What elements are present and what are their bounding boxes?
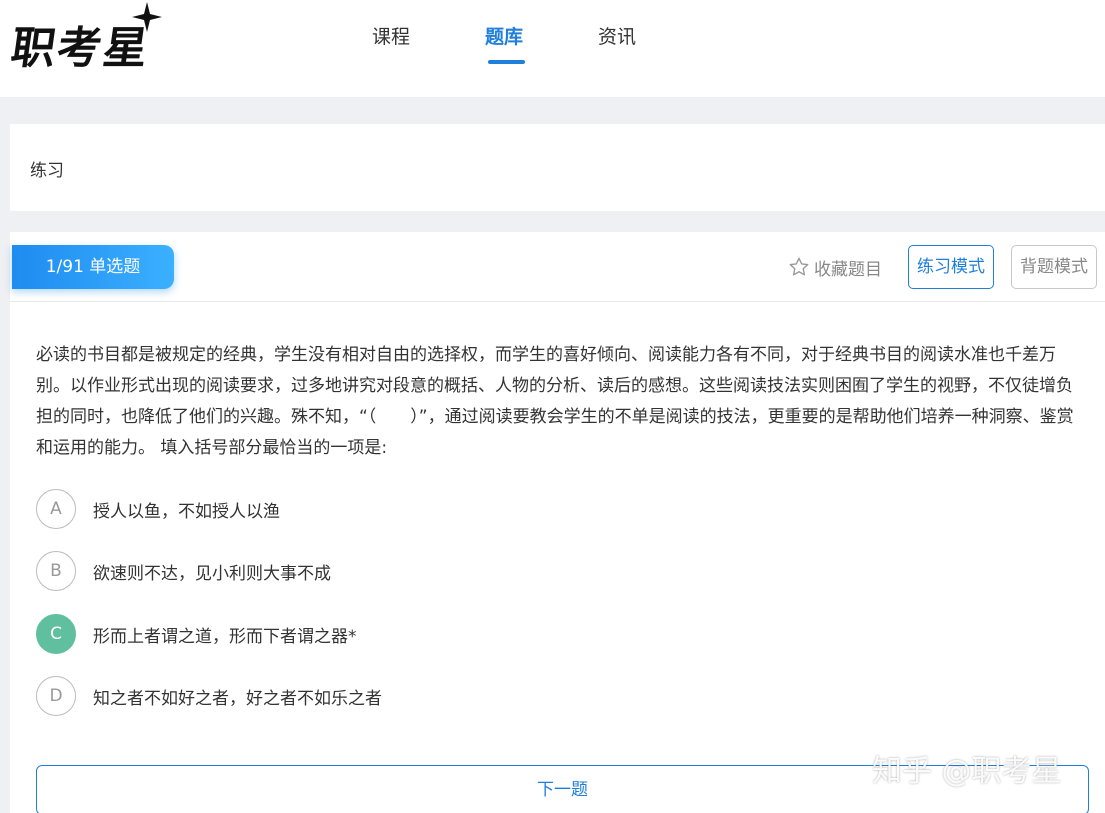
favorite-question-button[interactable]: 收藏题目 [788, 252, 882, 282]
option-letter-c-selected: C [36, 614, 76, 654]
top-navigation-bar: 职考星 课程 题库 资讯 [0, 0, 1105, 97]
practice-mode-button[interactable]: 练习模式 [908, 245, 994, 289]
option-d[interactable]: D 知之者不如好之者，好之者不如乐之者 [36, 675, 936, 717]
option-letter-a: A [36, 489, 76, 529]
nav-item-courses[interactable]: 课程 [372, 22, 410, 49]
recite-mode-button[interactable]: 背题模式 [1011, 245, 1097, 289]
watermark: 知乎 @职考星 [872, 754, 1062, 789]
nav-item-question-bank[interactable]: 题库 [485, 22, 523, 49]
option-letter-d: D [36, 676, 76, 716]
breadcrumb: 练习 [10, 124, 1105, 211]
option-c[interactable]: C 形而上者谓之道，形而下者谓之器* [36, 613, 936, 655]
breadcrumb-practice[interactable]: 练习 [30, 156, 64, 181]
favorite-label: 收藏题目 [814, 259, 882, 280]
sparkle-star-icon [132, 2, 162, 32]
option-letter-b: B [36, 551, 76, 591]
question-text: 必读的书目都是被规定的经典，学生没有相对自由的选择权，而学生的喜好倾向、阅读能力… [36, 345, 1074, 458]
star-outline-icon [789, 257, 809, 276]
nav-item-news[interactable]: 资讯 [598, 22, 636, 49]
option-text-d: 知之者不如好之者，好之者不如乐之者 [93, 688, 382, 709]
question-type-badge: 1/91 单选题 [12, 245, 174, 289]
option-text-c: 形而上者谓之道，形而下者谓之器* [93, 626, 357, 647]
nav-active-indicator [488, 60, 525, 64]
option-a[interactable]: A 授人以鱼，不如授人以渔 [36, 488, 936, 530]
option-b[interactable]: B 欲速则不达，见小利则大事不成 [36, 550, 936, 592]
option-text-b: 欲速则不达，见小利则大事不成 [93, 563, 331, 584]
divider [10, 301, 1105, 302]
option-text-a: 授人以鱼，不如授人以渔 [93, 501, 280, 522]
question-panel: 1/91 单选题 收藏题目 练习模式 背题模式 必读的书目都是被规定的经典，学生… [10, 232, 1105, 813]
